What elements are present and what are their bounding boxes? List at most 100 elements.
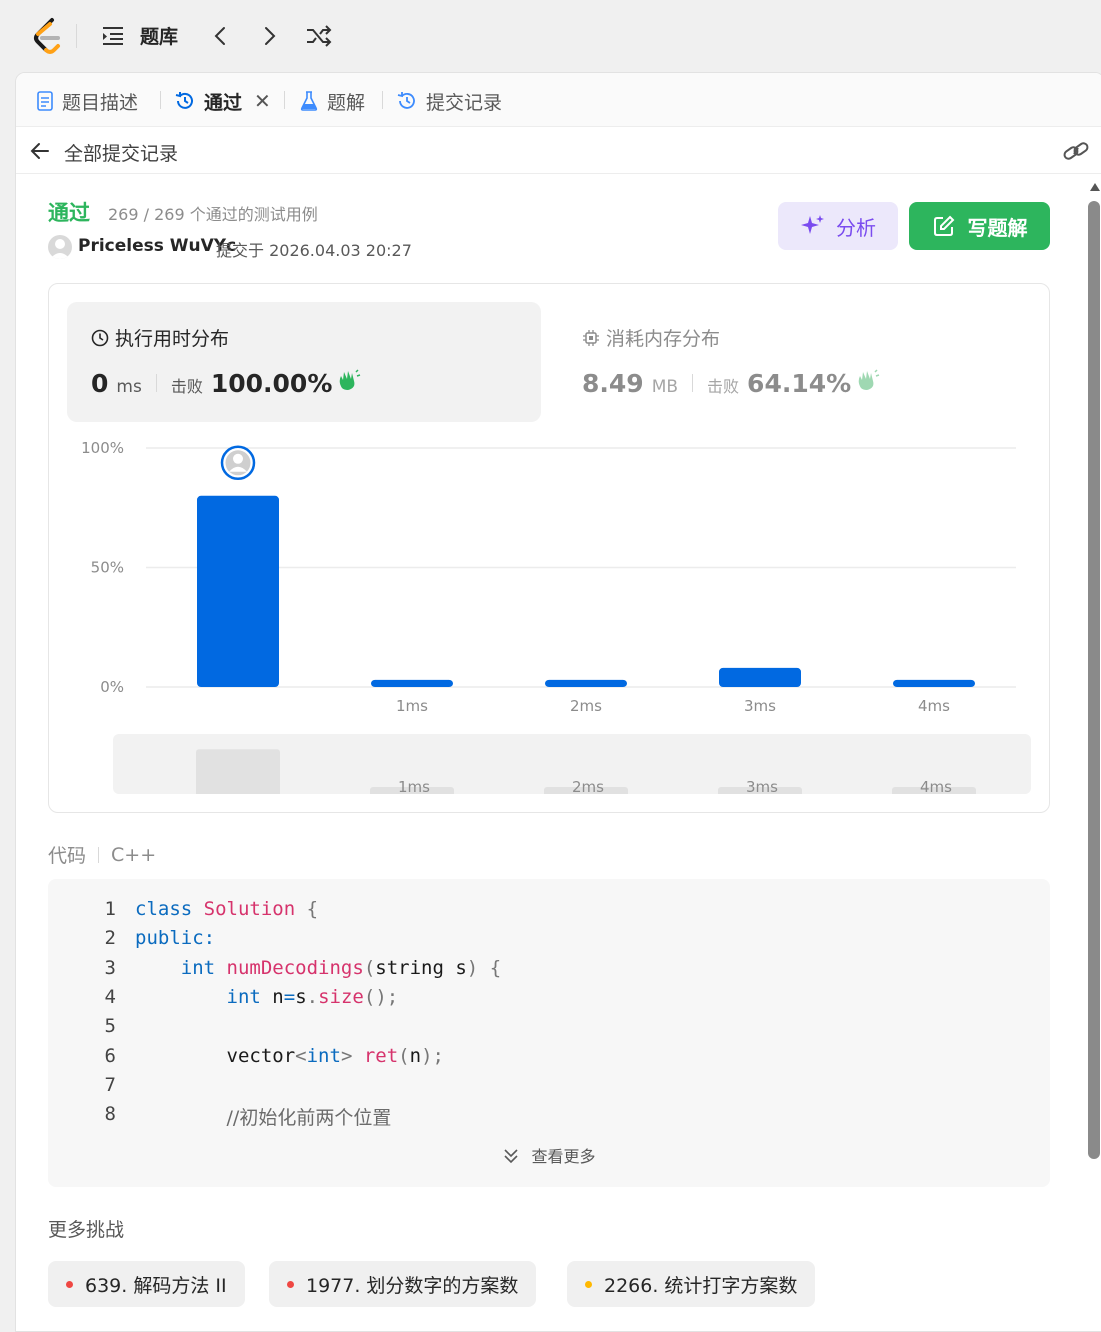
divider (284, 91, 285, 109)
divider (160, 91, 161, 109)
bar[interactable] (371, 679, 453, 687)
top-bar: 题库 (0, 0, 1101, 72)
memory-beat-percent: 64.14% (747, 369, 852, 398)
runtime-title-text: 执行用时分布 (115, 328, 230, 350)
write-solution-label: 写题解 (967, 215, 1028, 240)
code-language: C++ (111, 843, 157, 866)
challenge-chip[interactable]: 639. 解码方法 II (48, 1261, 245, 1307)
arrow-left-icon[interactable] (28, 139, 52, 163)
minimap-bar (196, 749, 280, 794)
line-number: 2 (104, 927, 116, 950)
line-code: int numDecodings(string s) { (180, 956, 502, 979)
challenge-label: 639. 解码方法 II (85, 1274, 227, 1297)
scrollbar[interactable] (1088, 181, 1101, 1331)
close-icon[interactable]: ✕ (254, 89, 271, 113)
minimap-canvas: 1ms 2ms 3ms 4ms (196, 749, 976, 794)
tab-label: 题解 (327, 91, 366, 114)
line-code: public: (135, 927, 216, 950)
avatar[interactable] (48, 235, 72, 259)
beat-label: 击败 (707, 377, 740, 396)
line-number: 3 (104, 956, 116, 979)
divider (382, 91, 383, 109)
minimap-tick-label: 1ms (398, 778, 430, 794)
challenge-chip[interactable]: 1977. 划分数字的方案数 (269, 1261, 537, 1307)
line-code: class Solution { (135, 898, 319, 920)
analyze-label: 分析 (836, 215, 876, 240)
challenge-label: 1977. 划分数字的方案数 (306, 1274, 519, 1297)
edit-icon (933, 215, 954, 236)
history-icon (175, 92, 193, 109)
runtime-title: 执行用时分布 (91, 324, 229, 351)
problem-list-icon[interactable] (100, 24, 126, 48)
chart-minimap[interactable]: 1ms 2ms 3ms 4ms (113, 734, 1031, 794)
difficulty-dot (287, 1280, 294, 1288)
memory-title-text: 消耗内存分布 (606, 328, 721, 350)
runtime-unit: ms (116, 377, 142, 397)
runtime-number: 0 (91, 369, 109, 398)
link-icon[interactable] (1062, 138, 1090, 164)
challenge-chip[interactable]: 2266. 统计打字方案数 (567, 1261, 816, 1307)
tab-solutions[interactable]: 题解 (299, 87, 365, 115)
x-tick-label: 3ms (744, 697, 776, 715)
memory-unit: MB (651, 377, 679, 397)
line-number: 5 (104, 1015, 116, 1038)
challenge-label: 2266. 统计打字方案数 (604, 1274, 798, 1297)
memory-value: 8.49 MB 击败 64.14% (582, 368, 881, 398)
clock-icon (91, 329, 109, 346)
x-tick-label: 2ms (570, 697, 602, 715)
minimap-tick-label: 2ms (572, 778, 604, 794)
tab-description[interactable]: 题目描述 (36, 87, 138, 115)
line-code: //初始化前两个位置 (226, 1107, 392, 1130)
y-tick-label: 50% (91, 559, 124, 577)
tab-label: 通过 (204, 91, 243, 114)
runtime-distribution-chart[interactable]: 100% 50% 0% 1ms 2ms 3ms 4ms (49, 424, 1049, 724)
show-more-label: 查看更多 (531, 1147, 596, 1166)
divider (76, 24, 77, 48)
shuffle-icon[interactable] (304, 22, 334, 50)
testcase-count: 269 / 269 个通过的测试用例 (108, 205, 318, 224)
submitted-time: 提交于 2026.04.03 20:27 (216, 241, 412, 260)
code-block[interactable]: 查看更多 1 class Solution {2 public: 3 int numD… (48, 879, 1050, 1187)
bar[interactable] (197, 495, 279, 687)
divider (155, 374, 157, 392)
analyze-button[interactable]: 分析 (778, 202, 898, 250)
memory-number: 8.49 (582, 369, 644, 398)
problem-bank-title[interactable]: 题库 (140, 22, 178, 49)
code-label: 代码 (48, 845, 87, 867)
tab-submissions[interactable]: 提交记录 (396, 87, 502, 115)
chevron-right-icon[interactable] (258, 22, 282, 50)
scroll-up-arrow[interactable] (1090, 183, 1100, 191)
write-solution-button[interactable]: 写题解 (909, 202, 1050, 250)
subheader: 全部提交记录 (16, 127, 1101, 174)
show-more-button[interactable]: 查看更多 (48, 1143, 1050, 1167)
runtime-stat-box[interactable]: 执行用时分布 0 ms 击败 100.00% (67, 302, 541, 422)
line-number: 8 (104, 1103, 116, 1126)
y-tick-label: 100% (81, 439, 124, 457)
line-code: int n=s.size(); (226, 985, 399, 1008)
all-submissions-link[interactable]: 全部提交记录 (64, 139, 178, 166)
minimap-tick-label: 3ms (746, 778, 778, 794)
user-avatar-marker[interactable] (220, 445, 256, 481)
bar[interactable] (719, 667, 801, 687)
runtime-beat-percent: 100.00% (210, 369, 333, 398)
difficulty-dot (66, 1280, 73, 1288)
chip-icon (583, 329, 599, 346)
beat-label: 击败 (170, 377, 203, 396)
more-challenges-label: 更多挑战 (48, 1219, 125, 1241)
chevron-left-icon[interactable] (208, 22, 232, 50)
bar[interactable] (893, 679, 975, 687)
scrollbar-thumb[interactable] (1088, 201, 1100, 1159)
document-icon (37, 91, 53, 111)
memory-title[interactable]: 消耗内存分布 (582, 324, 720, 351)
distribution-card: 执行用时分布 0 ms 击败 100.00% 消耗内存分布 8.49 MB 击败… (48, 283, 1050, 813)
line-number: 6 (104, 1044, 116, 1067)
tab-label: 提交记录 (426, 91, 503, 114)
username[interactable]: Priceless WuVYc (78, 236, 236, 256)
bar[interactable] (545, 679, 627, 687)
leetcode-logo[interactable] (30, 16, 66, 56)
x-tick-label: 1ms (396, 697, 428, 715)
double-chevron-down-icon (504, 1149, 519, 1164)
runtime-value: 0 ms 击败 100.00% (91, 368, 362, 398)
tab-accepted[interactable]: 通过 ✕ (174, 87, 271, 115)
history-icon (397, 92, 415, 109)
